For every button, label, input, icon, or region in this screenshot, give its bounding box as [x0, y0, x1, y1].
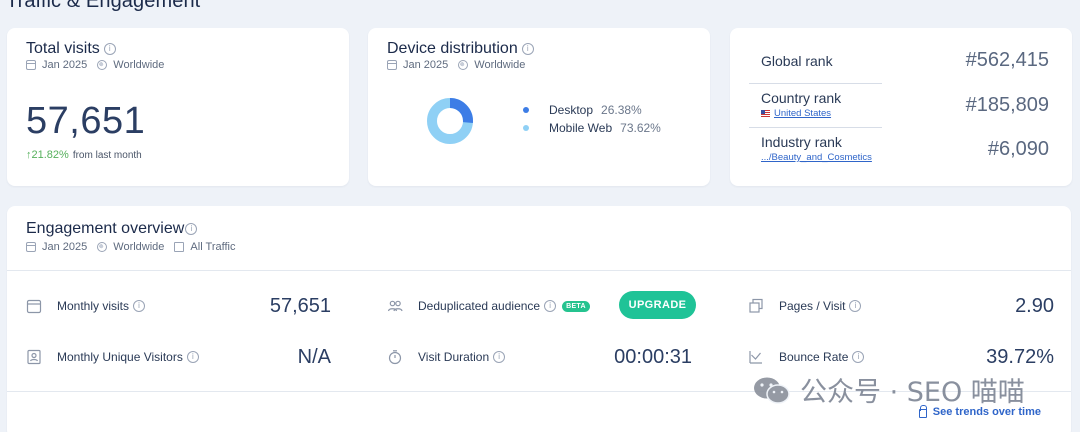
bounce-rate-value: 39.72%	[986, 346, 1054, 368]
global-rank-value: #562,415	[965, 49, 1049, 71]
calendar-icon	[26, 299, 42, 314]
global-rank-row: Global rank #562,415	[749, 28, 1055, 82]
device-title: Device distribution	[387, 40, 518, 57]
legend-label: Mobile Web	[549, 121, 613, 135]
legend-item-desktop: Desktop 26.38%	[523, 101, 661, 119]
legend-dot	[523, 125, 529, 131]
region-label: Worldwide	[113, 241, 165, 253]
upgrade-button[interactable]: UPGRADE	[619, 291, 696, 319]
ranks-card: Global rank #562,415 Country rank United…	[730, 28, 1072, 186]
industry-link[interactable]: .../Beauty_and_Cosmetics	[761, 152, 872, 163]
stopwatch-icon	[388, 350, 402, 365]
globe-icon	[97, 60, 108, 70]
monthly-visits-value: 57,651	[269, 295, 331, 317]
country-rank-label: Country rank	[761, 90, 842, 106]
visit-duration-value: 00:00:31	[614, 346, 692, 368]
total-visits-value: 57,651	[26, 100, 146, 142]
monthly-unique-metric: Monthly Unique Visitors i	[26, 349, 199, 365]
change-value: ↑21.82%	[26, 149, 69, 161]
legend-pct: 26.38%	[601, 103, 642, 117]
traffic-label: All Traffic	[190, 241, 236, 253]
device-distribution-card: Device distribution i Jan 2025 Worldwide …	[368, 28, 710, 186]
legend-pct: 73.62%	[620, 121, 661, 135]
pages-icon	[749, 298, 763, 313]
date-label: Jan 2025	[42, 59, 88, 71]
pages-per-visit-metric: Pages / Visit i	[748, 298, 862, 314]
calendar-icon	[26, 60, 36, 70]
bounce-icon	[749, 351, 762, 364]
country-link[interactable]: United States	[761, 108, 831, 119]
calendar-icon	[387, 60, 397, 70]
info-icon[interactable]: i	[849, 300, 862, 312]
watermark-text: 公众号 · SEO 喵喵	[800, 377, 1025, 408]
metric-label: Deduplicated audience	[418, 299, 541, 313]
audience-icon	[387, 300, 403, 312]
metric-label: Visit Duration	[418, 350, 490, 364]
total-visits-card: Total visits i Jan 2025 Worldwide 57,651 …	[7, 28, 349, 186]
lock-icon	[918, 404, 927, 418]
info-icon[interactable]: i	[544, 300, 557, 312]
info-icon[interactable]: i	[521, 42, 534, 55]
info-icon[interactable]: i	[186, 351, 199, 363]
us-flag-icon	[761, 110, 770, 117]
info-icon[interactable]: i	[493, 351, 506, 363]
industry-rank-row: Industry rank .../Beauty_and_Cosmetics #…	[749, 128, 1055, 172]
info-icon[interactable]: i	[185, 222, 198, 235]
wechat-logo-icon	[754, 377, 790, 404]
watermark: 公众号 · SEO 喵喵	[752, 370, 1025, 409]
global-rank-label: Global rank	[761, 53, 833, 69]
metric-label: Monthly visits	[57, 299, 130, 313]
country-name: United States	[774, 108, 832, 119]
calendar-icon	[26, 242, 36, 252]
device-meta: Jan 2025 Worldwide	[387, 59, 525, 71]
traffic-icon	[174, 242, 185, 252]
info-icon[interactable]: i	[852, 351, 865, 363]
region-label: Worldwide	[474, 59, 526, 71]
visit-duration-metric: Visit Duration i	[387, 349, 506, 365]
visits-change: ↑21.82% from last month	[26, 149, 142, 161]
date-label: Jan 2025	[403, 59, 449, 71]
user-card-icon	[27, 349, 41, 365]
legend-label: Desktop	[549, 103, 594, 117]
info-icon[interactable]: i	[133, 300, 146, 312]
dedup-audience-metric: Deduplicated audience i BETA	[387, 298, 590, 314]
metric-label: Pages / Visit	[779, 299, 846, 313]
device-legend: Desktop 26.38% Mobile Web 73.62%	[523, 101, 661, 137]
bounce-rate-metric: Bounce Rate i	[748, 349, 865, 365]
metric-label: Bounce Rate	[779, 350, 849, 364]
industry-rank-value: #6,090	[987, 138, 1049, 160]
country-rank-value: #185,809	[965, 94, 1049, 116]
country-rank-row: Country rank United States #185,809	[749, 84, 1055, 128]
pages-per-visit-value: 2.90	[1015, 295, 1054, 317]
total-visits-meta: Jan 2025 Worldwide	[26, 59, 164, 71]
region-label: Worldwide	[113, 59, 165, 71]
section-title: Traffic & Engagement	[6, 0, 201, 12]
monthly-visits-metric: Monthly visits i	[26, 298, 146, 314]
total-visits-title: Total visits	[26, 40, 100, 57]
industry-rank-label: Industry rank	[761, 134, 842, 150]
date-label: Jan 2025	[42, 241, 88, 253]
divider	[7, 270, 1071, 271]
globe-icon	[97, 242, 108, 252]
engagement-meta: Jan 2025 Worldwide All Traffic	[26, 241, 235, 253]
legend-item-mobile: Mobile Web 73.62%	[523, 119, 661, 137]
globe-icon	[458, 60, 469, 70]
device-donut-chart[interactable]	[425, 96, 475, 146]
engagement-title: Engagement overview	[26, 220, 185, 237]
metric-label: Monthly Unique Visitors	[57, 350, 183, 364]
monthly-unique-value: N/A	[297, 346, 331, 368]
beta-badge: BETA	[562, 300, 590, 312]
legend-dot	[523, 107, 529, 113]
info-icon[interactable]: i	[103, 42, 116, 55]
change-note: from last month	[72, 150, 142, 161]
